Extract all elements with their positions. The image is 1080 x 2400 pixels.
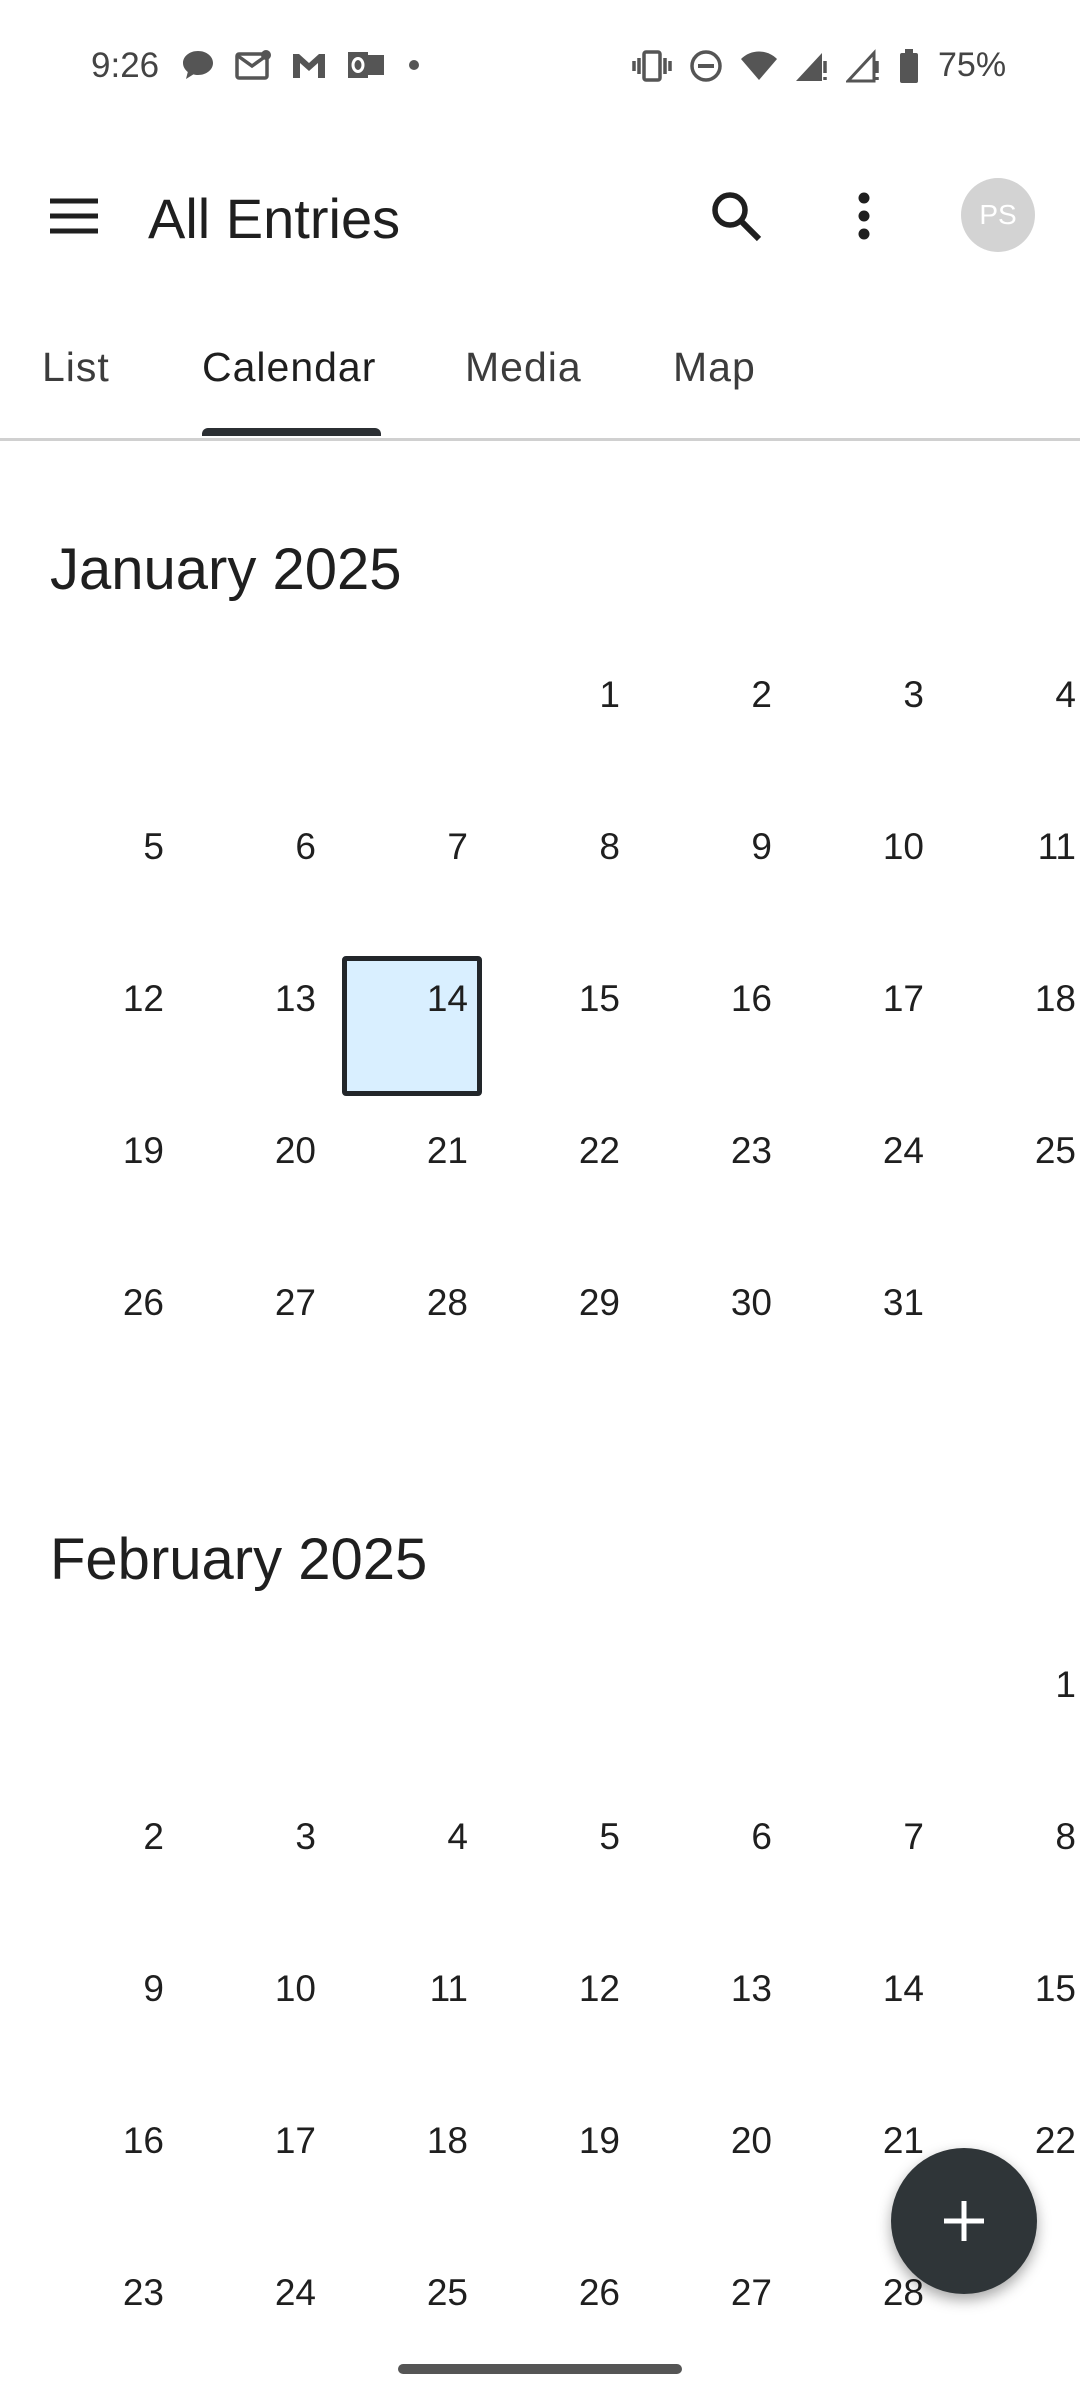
calendar-day[interactable]: 1 [950, 1642, 1080, 1782]
tab-calendar[interactable]: Calendar [202, 344, 376, 391]
calendar-day[interactable]: 7 [798, 1794, 938, 1934]
calendar-day-selected[interactable]: 14 [342, 956, 482, 1096]
calendar-day[interactable]: 19 [494, 2098, 634, 2238]
calendar-day[interactable]: 20 [190, 1108, 330, 1248]
calendar-day[interactable]: 15 [494, 956, 634, 1096]
wifi-icon [740, 50, 778, 82]
status-time: 9:26 [91, 46, 160, 85]
more-options-button[interactable] [836, 186, 892, 246]
calendar-day[interactable]: 17 [798, 956, 938, 1096]
search-button[interactable] [706, 186, 766, 246]
calendar-day[interactable]: 23 [646, 1108, 786, 1248]
notification-icons [180, 48, 424, 82]
calendar-day[interactable]: 27 [190, 1260, 330, 1400]
month-title: January 2025 [50, 537, 402, 602]
calendar-day[interactable]: 25 [950, 1108, 1080, 1248]
cell-signal-2-icon [846, 48, 882, 83]
calendar-day[interactable]: 9 [38, 1946, 178, 2086]
calendar-day[interactable]: 4 [342, 1794, 482, 1934]
calendar-day[interactable]: 18 [342, 2098, 482, 2238]
calendar-day[interactable]: 5 [494, 1794, 634, 1934]
calendar-day[interactable]: 26 [38, 1260, 178, 1400]
calendar-day[interactable]: 3 [798, 652, 938, 792]
calendar-day[interactable]: 12 [38, 956, 178, 1096]
calendar-day[interactable]: 24 [798, 1108, 938, 1248]
calendar-day[interactable]: 10 [798, 804, 938, 944]
calendar-day[interactable]: 31 [798, 1260, 938, 1400]
calendar-day[interactable]: 23 [38, 2250, 178, 2390]
gesture-nav-handle[interactable] [398, 2364, 682, 2374]
vibrate-icon [632, 49, 672, 83]
menu-icon [50, 198, 98, 234]
calendar-day[interactable]: 16 [646, 956, 786, 1096]
add-icon [944, 2201, 984, 2241]
add-entry-fab[interactable] [891, 2148, 1037, 2294]
calendar-day[interactable]: 8 [494, 804, 634, 944]
calendar-day[interactable]: 9 [646, 804, 786, 944]
mail-icon [234, 49, 272, 81]
calendar-day[interactable]: 12 [494, 1946, 634, 2086]
outlook-icon [346, 49, 386, 81]
calendar-day[interactable]: 2 [646, 652, 786, 792]
do-not-disturb-icon [688, 48, 724, 84]
calendar-day[interactable]: 13 [190, 956, 330, 1096]
more-notifications-dot-icon [404, 55, 424, 75]
tab-media[interactable]: Media [465, 344, 582, 391]
calendar-day[interactable]: 5 [38, 804, 178, 944]
calendar-day[interactable]: 8 [950, 1794, 1080, 1934]
calendar-day[interactable]: 24 [190, 2250, 330, 2390]
menu-button[interactable] [44, 186, 104, 246]
more-vert-icon [858, 192, 870, 240]
calendar-day[interactable]: 7 [342, 804, 482, 944]
tab-map[interactable]: Map [673, 344, 756, 391]
calendar-day[interactable]: 30 [646, 1260, 786, 1400]
calendar-day[interactable]: 29 [494, 1260, 634, 1400]
calendar-day[interactable]: 15 [950, 1946, 1080, 2086]
avatar[interactable]: PS [961, 178, 1035, 252]
search-icon [712, 192, 762, 242]
calendar-day[interactable]: 21 [342, 1108, 482, 1248]
calendar-day[interactable]: 4 [950, 652, 1080, 792]
battery-percent: 75% [938, 46, 1007, 84]
calendar-day[interactable]: 20 [646, 2098, 786, 2238]
calendar-day[interactable]: 22 [494, 1108, 634, 1248]
calendar-day[interactable]: 18 [950, 956, 1080, 1096]
status-bar: 9:26 75% [0, 0, 1080, 136]
tab-list[interactable]: List [42, 344, 110, 391]
calendar-day[interactable]: 28 [342, 1260, 482, 1400]
gmail-icon [290, 50, 328, 80]
calendar-day[interactable]: 17 [190, 2098, 330, 2238]
battery-icon [898, 48, 920, 84]
calendar-day[interactable]: 6 [646, 1794, 786, 1934]
calendar-day[interactable]: 19 [38, 1108, 178, 1248]
system-status-icons: 75% [632, 46, 1006, 85]
calendar-day[interactable]: 11 [950, 804, 1080, 944]
view-tabs: List Calendar Media Map [0, 296, 1080, 441]
calendar-day[interactable]: 14 [798, 1946, 938, 2086]
calendar-day[interactable]: 10 [190, 1946, 330, 2086]
page-title: All Entries [148, 187, 401, 250]
calendar-day[interactable]: 2 [38, 1794, 178, 1934]
chat-icon [180, 48, 216, 82]
calendar-day[interactable]: 3 [190, 1794, 330, 1934]
calendar-day[interactable]: 13 [646, 1946, 786, 2086]
calendar-day[interactable]: 1 [494, 652, 634, 792]
cell-signal-icon [794, 49, 830, 83]
calendar-day[interactable]: 11 [342, 1946, 482, 2086]
tab-indicator [202, 428, 381, 436]
month-title: February 2025 [50, 1527, 428, 1592]
calendar-day[interactable]: 6 [190, 804, 330, 944]
calendar-day[interactable]: 16 [38, 2098, 178, 2238]
app-bar: All Entries PS [0, 136, 1080, 296]
